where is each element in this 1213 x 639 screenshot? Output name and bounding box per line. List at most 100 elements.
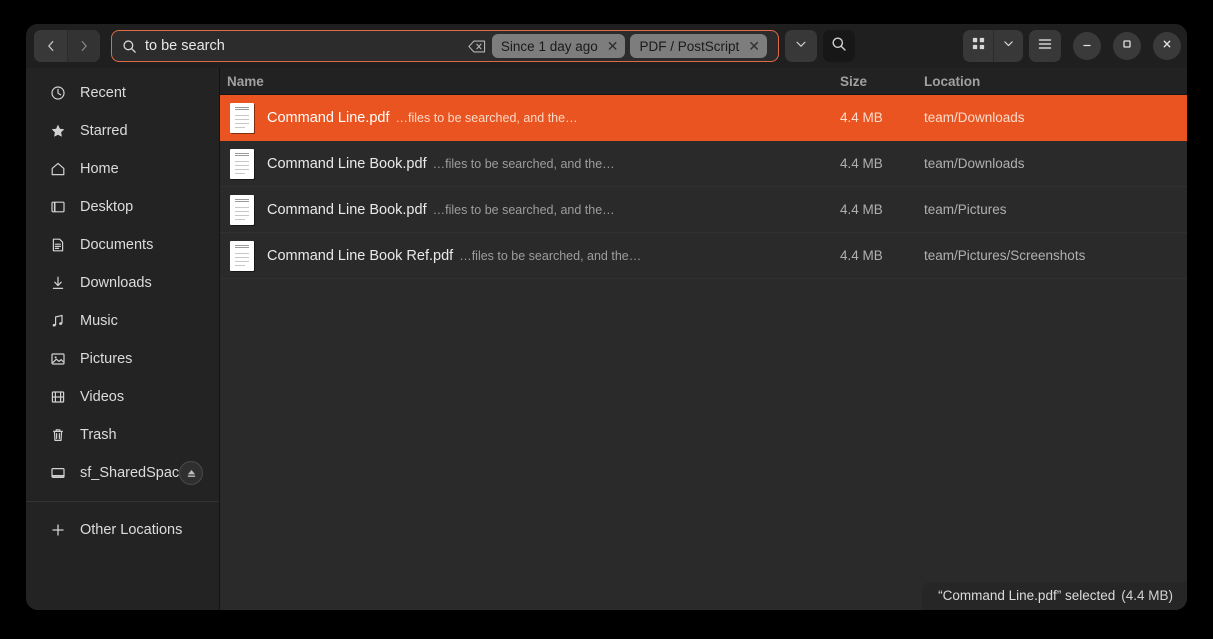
search-options-dropdown-button[interactable] <box>785 30 817 62</box>
sidebar-item-other-locations[interactable]: Other Locations <box>32 511 213 549</box>
file-size: 4.4 MB <box>840 156 883 171</box>
file-name: Command Line Book.pdf <box>267 201 427 218</box>
file-size: 4.4 MB <box>840 110 883 125</box>
sidebar-item-documents[interactable]: Documents <box>32 226 213 264</box>
sidebar-item-pictures[interactable]: Pictures <box>32 340 213 378</box>
sidebar-divider <box>26 501 219 502</box>
chevron-down-icon <box>1002 37 1015 55</box>
filter-chip-type-label: PDF / PostScript <box>639 38 740 54</box>
search-toggle-button[interactable] <box>823 30 855 62</box>
chevron-down-icon <box>794 37 808 56</box>
sidebar-item-desktop[interactable]: Desktop <box>32 188 213 226</box>
eject-icon[interactable] <box>179 461 203 485</box>
table-row[interactable]: Command Line Book.pdf …files to be searc… <box>220 187 1187 233</box>
sidebar-item-sf-sharedspace[interactable]: sf_SharedSpace <box>32 454 213 492</box>
sidebar-item-videos[interactable]: Videos <box>32 378 213 416</box>
status-bar-text: “Command Line.pdf” selected <box>938 588 1116 603</box>
view-options-dropdown-button[interactable] <box>993 30 1023 62</box>
sidebar-item-home[interactable]: Home <box>32 150 213 188</box>
pdf-file-icon <box>230 148 254 179</box>
sidebar-item-label: Recent <box>80 85 126 101</box>
star-icon <box>48 123 68 139</box>
file-name-cell: Command Line Book.pdf …files to be searc… <box>220 194 840 225</box>
sidebar-item-downloads[interactable]: Downloads <box>32 264 213 302</box>
table-row[interactable]: Command Line Book.pdf …files to be searc… <box>220 141 1187 187</box>
clock-icon <box>48 85 68 101</box>
maximize-button[interactable] <box>1113 32 1141 60</box>
window-body: Recent Starred Home Desktop Documents Do… <box>26 68 1187 610</box>
close-icon[interactable]: ✕ <box>607 39 619 53</box>
sidebar-item-label: Downloads <box>80 275 152 291</box>
close-button[interactable] <box>1153 32 1181 60</box>
table-row[interactable]: Command Line Book Ref.pdf …files to be s… <box>220 233 1187 279</box>
home-icon <box>48 161 68 177</box>
file-size: 4.4 MB <box>840 248 883 263</box>
column-header-size[interactable]: Size <box>840 74 920 89</box>
file-name-cell: Command Line Book.pdf …files to be searc… <box>220 148 840 179</box>
search-entry[interactable]: to be search Since 1 day ago ✕ PDF / Pos… <box>111 30 779 62</box>
forward-button[interactable] <box>67 30 100 62</box>
file-name: Command Line.pdf <box>267 109 390 126</box>
file-list-pane: Name Size Location Command Line.pdf …fil… <box>220 68 1187 610</box>
sidebar-item-starred[interactable]: Starred <box>32 112 213 150</box>
sidebar-item-label: Music <box>80 313 118 329</box>
sidebar-item-music[interactable]: Music <box>32 302 213 340</box>
desktop-icon <box>48 199 68 215</box>
sidebar-item-label: Starred <box>80 123 128 139</box>
sidebar-item-trash[interactable]: Trash <box>32 416 213 454</box>
back-button[interactable] <box>34 30 67 62</box>
sidebar: Recent Starred Home Desktop Documents Do… <box>26 68 220 610</box>
close-icon <box>1161 37 1173 55</box>
sidebar-item-recent[interactable]: Recent <box>32 74 213 112</box>
plus-icon <box>48 522 68 538</box>
file-location: team/Downloads <box>924 156 1025 171</box>
search-icon <box>122 39 137 54</box>
file-snippet: …files to be searched, and the… <box>432 202 615 217</box>
file-size: 4.4 MB <box>840 202 883 217</box>
close-icon[interactable]: ✕ <box>748 39 760 53</box>
status-bar: “Command Line.pdf” selected (4.4 MB) <box>922 582 1187 610</box>
video-film-icon <box>48 389 68 405</box>
chevron-left-icon <box>44 39 58 53</box>
status-bar-size: (4.4 MB) <box>1121 588 1173 603</box>
file-location: team/Pictures <box>924 202 1007 217</box>
file-rows: Command Line.pdf …files to be searched, … <box>220 95 1187 610</box>
sidebar-item-label: Other Locations <box>80 522 183 538</box>
filter-chip-date-label: Since 1 day ago <box>500 38 598 54</box>
file-manager-window: to be search Since 1 day ago ✕ PDF / Pos… <box>26 24 1187 610</box>
chevron-right-icon <box>77 39 91 53</box>
search-input-value[interactable]: to be search <box>145 38 468 54</box>
column-headers: Name Size Location <box>220 68 1187 95</box>
search-icon <box>831 36 847 57</box>
filter-chip-type[interactable]: PDF / PostScript ✕ <box>630 34 767 58</box>
maximize-icon <box>1121 37 1133 55</box>
document-icon <box>48 237 68 253</box>
drive-icon <box>48 465 68 481</box>
sidebar-item-label: sf_SharedSpace <box>80 465 179 481</box>
pdf-file-icon <box>230 194 254 225</box>
clear-backspace-icon[interactable] <box>468 40 486 53</box>
navigation-button-group <box>34 30 100 62</box>
column-header-location[interactable]: Location <box>920 74 1187 89</box>
file-name-cell: Command Line.pdf …files to be searched, … <box>220 102 840 133</box>
main-menu-button[interactable] <box>1029 30 1061 62</box>
sidebar-item-label: Videos <box>80 389 125 405</box>
minimize-button[interactable] <box>1073 32 1101 60</box>
sidebar-item-label: Trash <box>80 427 117 443</box>
file-location: team/Pictures/Screenshots <box>924 248 1086 263</box>
table-row[interactable]: Command Line.pdf …files to be searched, … <box>220 95 1187 141</box>
pdf-file-icon <box>230 240 254 271</box>
file-name: Command Line Book.pdf <box>267 155 427 172</box>
column-header-name[interactable]: Name <box>220 74 840 89</box>
grid-view-icon <box>971 36 986 56</box>
minimize-icon <box>1081 37 1093 55</box>
grid-view-button[interactable] <box>963 30 993 62</box>
sidebar-item-label: Documents <box>80 237 154 253</box>
filter-chip-date[interactable]: Since 1 day ago ✕ <box>491 34 626 58</box>
download-icon <box>48 275 68 291</box>
file-snippet: …files to be searched, and the… <box>395 110 578 125</box>
sidebar-item-label: Home <box>80 161 119 177</box>
hamburger-menu-icon <box>1037 36 1053 57</box>
file-name-cell: Command Line Book Ref.pdf …files to be s… <box>220 240 840 271</box>
trash-icon <box>48 427 68 443</box>
